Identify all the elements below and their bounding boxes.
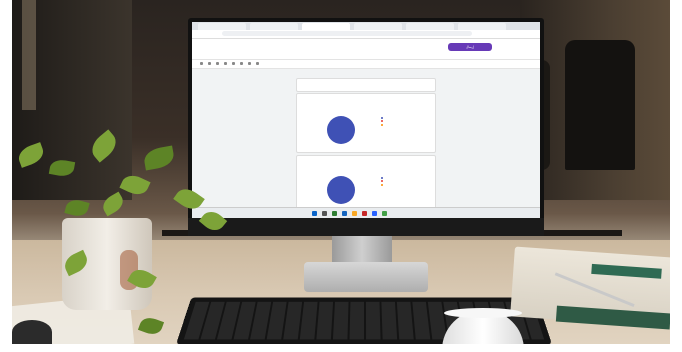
send-button[interactable]: إرسال <box>448 43 492 51</box>
plant-leaf <box>64 197 90 219</box>
monitor-bezel <box>188 218 544 236</box>
form-tabs: الإعدادات الردود الأسئلة <box>342 69 402 85</box>
pie-chart <box>327 116 355 144</box>
pie-chart <box>327 176 355 204</box>
browser-tab[interactable] <box>250 23 298 30</box>
start-icon[interactable] <box>312 211 317 216</box>
search-icon[interactable] <box>322 211 327 216</box>
chart-legend <box>381 176 384 187</box>
form-toolbar <box>192 60 540 69</box>
legend-item <box>381 123 384 127</box>
monitor-stand-base <box>304 262 428 292</box>
browser-tab-active[interactable] <box>302 23 350 30</box>
toolbar-icon[interactable] <box>200 62 203 65</box>
office-chair <box>565 40 635 170</box>
toolbar-icon[interactable] <box>248 62 251 65</box>
edge-icon[interactable] <box>372 211 377 216</box>
book-stack <box>509 246 670 338</box>
toolbar-icon[interactable] <box>224 62 227 65</box>
toolbar-icon[interactable] <box>216 62 219 65</box>
toolbar-icon[interactable] <box>240 62 243 65</box>
toolbar-icon[interactable] <box>208 62 211 65</box>
toolbar-icon[interactable] <box>256 62 259 65</box>
legend-item <box>381 116 384 120</box>
photo: إرسال الإعدادات الردود الأسئلة <box>12 0 670 344</box>
response-card <box>296 155 436 213</box>
app-icon[interactable] <box>342 211 347 216</box>
chart-legend <box>381 116 384 127</box>
monitor-screen: إرسال الإعدادات الردود الأسئلة <box>192 22 540 218</box>
browser-tab[interactable] <box>354 23 402 30</box>
legend-item <box>381 183 384 187</box>
response-card <box>296 93 436 153</box>
folder-icon[interactable] <box>352 211 357 216</box>
browser-tab[interactable] <box>458 23 506 30</box>
mug-rim <box>444 308 522 318</box>
app-icon[interactable] <box>332 211 337 216</box>
plant-leaf <box>142 145 176 171</box>
browser-tab[interactable] <box>198 23 246 30</box>
app-icon[interactable] <box>362 211 367 216</box>
curtain <box>22 0 36 110</box>
monitor-stand-neck <box>332 236 392 264</box>
card-header <box>296 78 436 92</box>
url-input[interactable] <box>222 31 472 36</box>
toolbar-icon[interactable] <box>232 62 235 65</box>
monitor: إرسال الإعدادات الردود الأسئلة <box>188 18 544 236</box>
chrome-icon[interactable] <box>382 211 387 216</box>
browser-tab[interactable] <box>406 23 454 30</box>
legend-item <box>381 176 384 180</box>
dark-object <box>12 320 52 344</box>
